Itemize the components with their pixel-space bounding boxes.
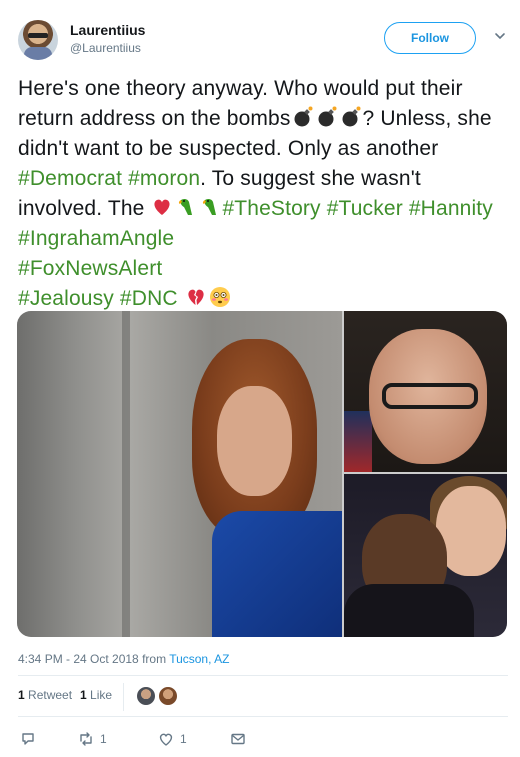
- hashtag-link[interactable]: #Jealousy: [18, 287, 114, 310]
- bomb-icon: [294, 106, 313, 127]
- photo-glasses: [382, 383, 478, 409]
- photo-face: [217, 386, 292, 496]
- photo-background-frame: [122, 311, 130, 637]
- tweet-timestamp: 4:34 PM - 24 Oct 2018 from Tucson, AZ: [18, 652, 229, 666]
- tweet-text: Here's one theory anyway. Who would put …: [18, 74, 508, 314]
- follow-button[interactable]: Follow: [384, 22, 476, 54]
- avatar-shirt: [24, 47, 52, 60]
- chevron-down-icon[interactable]: [494, 30, 506, 42]
- liker-avatar[interactable]: [158, 686, 178, 706]
- media-photo-1[interactable]: [17, 311, 342, 637]
- retweet-stat[interactable]: 1 Retweet: [18, 688, 72, 702]
- like-action-count: 1: [180, 732, 187, 746]
- photo-suit: [344, 584, 474, 637]
- stats-separator: [123, 683, 124, 711]
- liker-avatar[interactable]: [136, 686, 156, 706]
- like-count: 1: [80, 688, 87, 702]
- tweet-media-grid: [17, 311, 507, 637]
- tweet-actions: 1 1: [18, 729, 508, 749]
- divider: [18, 675, 508, 676]
- media-photo-2[interactable]: [344, 311, 507, 472]
- bomb-icon: [318, 106, 337, 127]
- hashtag-link[interactable]: #Tucker: [327, 197, 403, 220]
- reply-icon: [22, 733, 34, 745]
- retweet-count: 1: [18, 688, 25, 702]
- bomb-icon: [342, 106, 361, 127]
- author-handle[interactable]: @Laurentiius: [70, 41, 141, 55]
- envelope-icon: [231, 733, 245, 745]
- parrot-icon: [179, 198, 193, 215]
- parrot-icon: [203, 198, 217, 215]
- author-avatar[interactable]: [18, 20, 58, 60]
- hashtag-link[interactable]: #TheStory: [222, 197, 320, 220]
- divider: [18, 716, 508, 717]
- author-name[interactable]: Laurentiius: [70, 22, 145, 38]
- broken-heart-icon: [188, 289, 204, 305]
- tweet-location-link[interactable]: Tucson, AZ: [169, 652, 229, 666]
- tweet-time[interactable]: 4:34 PM - 24 Oct 2018 from: [18, 652, 169, 666]
- heart-icon: [159, 733, 173, 746]
- like-label: Like: [90, 688, 113, 702]
- hashtag-link[interactable]: #Hannity: [409, 197, 493, 220]
- avatar-sunglasses: [28, 33, 48, 38]
- retweet-icon: [80, 732, 92, 746]
- tweet-stats: 1 Retweet 1 Like: [18, 681, 508, 713]
- red-heart-icon: [154, 199, 171, 215]
- hashtag-link[interactable]: #FoxNewsAlert: [18, 257, 162, 280]
- photo-blue-coat: [212, 511, 342, 637]
- retweet-action-count: 1: [100, 732, 107, 746]
- like-button[interactable]: 1: [158, 729, 187, 749]
- hashtag-link[interactable]: #DNC: [120, 287, 178, 310]
- like-stat[interactable]: 1 Like: [80, 688, 112, 702]
- direct-message-button[interactable]: [230, 729, 246, 749]
- flushed-face-icon: [209, 287, 230, 307]
- media-photo-3[interactable]: [344, 474, 507, 637]
- retweet-label: Retweet: [28, 688, 73, 702]
- reply-button[interactable]: [20, 729, 36, 749]
- hashtag-link[interactable]: #IngrahamAngle: [18, 227, 174, 250]
- tweet-header: Laurentiius @Laurentiius Follow: [18, 16, 508, 66]
- hashtag-link[interactable]: #moron: [128, 167, 200, 190]
- retweet-button[interactable]: 1: [78, 729, 107, 749]
- photo-flag: [344, 411, 372, 472]
- hashtag-link[interactable]: #Democrat: [18, 167, 122, 190]
